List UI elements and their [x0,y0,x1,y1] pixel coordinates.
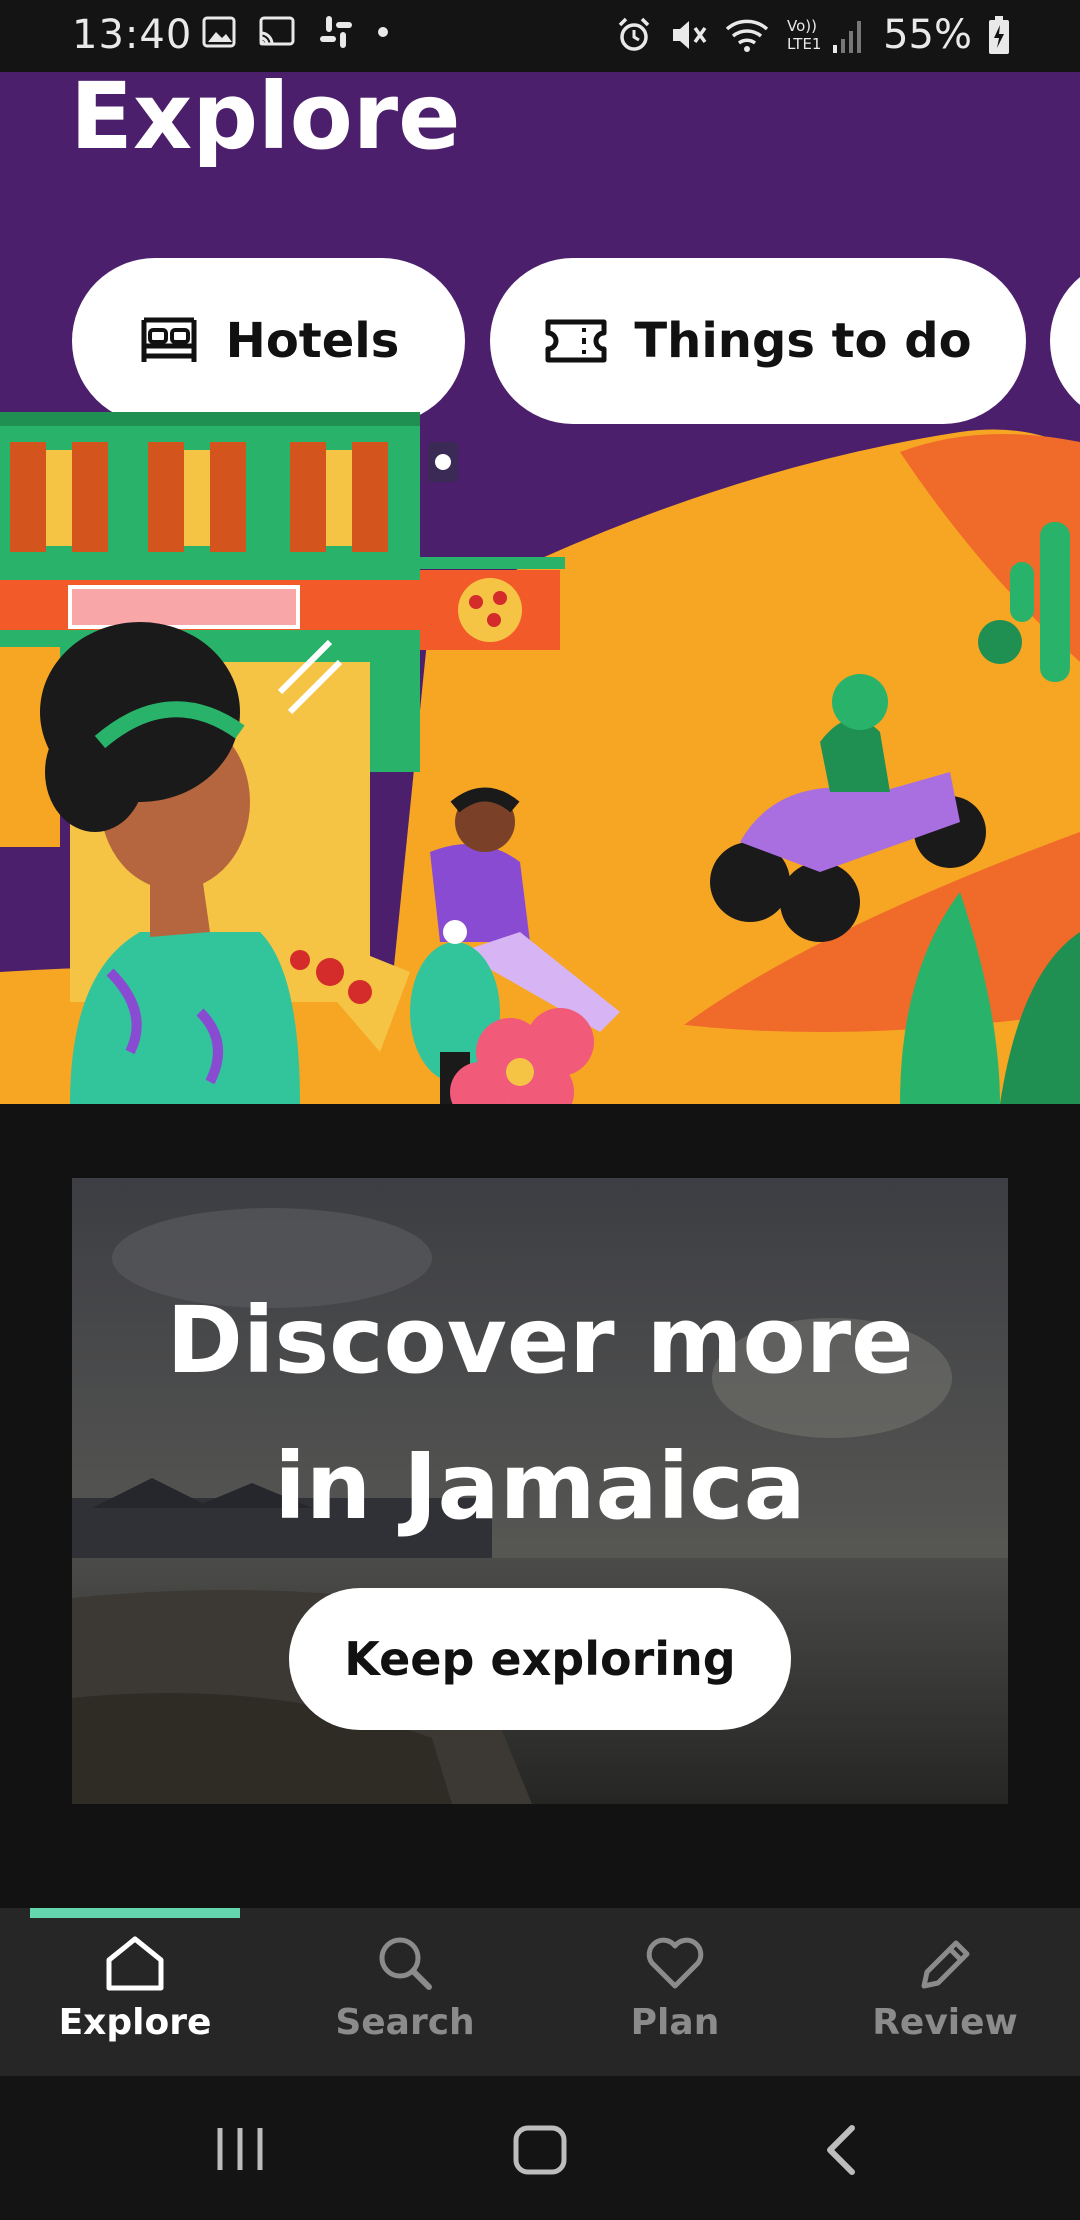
keep-exploring-button[interactable]: Keep exploring [289,1588,791,1730]
nav-explore-label: Explore [58,2002,212,2043]
heart-icon [646,1937,704,1989]
battery-percentage: 55% [883,12,972,58]
discover-title-line2: in Jamaica [274,1433,806,1540]
things-to-do-category-button[interactable]: Things to do [490,258,1026,424]
nav-search[interactable]: Search [270,1934,540,2064]
discover-title-line1: Discover more [166,1287,914,1394]
nav-plan[interactable]: Plan [540,1934,810,2064]
home-button-icon[interactable] [512,2124,568,2176]
nav-explore[interactable]: Explore [0,1934,270,2064]
hotels-category-button[interactable]: Hotels [72,258,465,424]
battery-charging-icon [989,16,1009,54]
dot-icon [378,27,388,37]
wifi-icon [725,19,769,52]
nav-plan-label: Plan [630,2002,720,2043]
nav-review-label: Review [872,2002,1018,2043]
nav-search-label: Search [335,2002,475,2043]
back-icon[interactable] [820,2124,860,2176]
lte-signal-icon: Vo))LTE1 [787,17,862,53]
home-icon [106,1936,164,1991]
search-icon [379,1937,432,1990]
bottom-navigation: Explore Search Plan Review [0,1908,1080,2076]
things-to-do-label: Things to do [634,313,972,369]
slack-icon [320,16,352,48]
discover-jamaica-card[interactable]: Discover more in Jamaica Keep exploring [72,1178,1008,1804]
hero-illustration [0,412,1080,1104]
discover-title: Discover more in Jamaica [72,1268,1008,1560]
svg-text:LTE1: LTE1 [787,35,821,53]
status-right-icons: Vo)) LTE1 55% [615,12,1010,58]
hotels-label: Hotels [225,313,400,369]
system-navigation-bar [0,2076,1080,2220]
page-title: Explore [70,72,461,170]
active-tab-indicator [30,1908,240,1918]
bed-icon [141,317,197,362]
pencil-icon [921,1940,970,1989]
cast-icon [259,16,295,46]
more-category-button[interactable] [1050,258,1080,424]
hero-banner: Explore Hotels Things to do [0,72,1080,1104]
nav-review[interactable]: Review [810,1934,1080,2064]
ticket-icon [545,319,607,363]
status-bar: 13:40 Vo)) LTE1 55% [0,0,1080,72]
alarm-icon [618,17,650,51]
image-icon [202,16,236,48]
status-time: 13:40 [72,12,193,58]
recents-icon[interactable] [210,2124,270,2174]
mute-icon [673,21,707,49]
svg-text:Vo)): Vo)) [787,17,817,35]
status-left-icons [202,14,390,50]
